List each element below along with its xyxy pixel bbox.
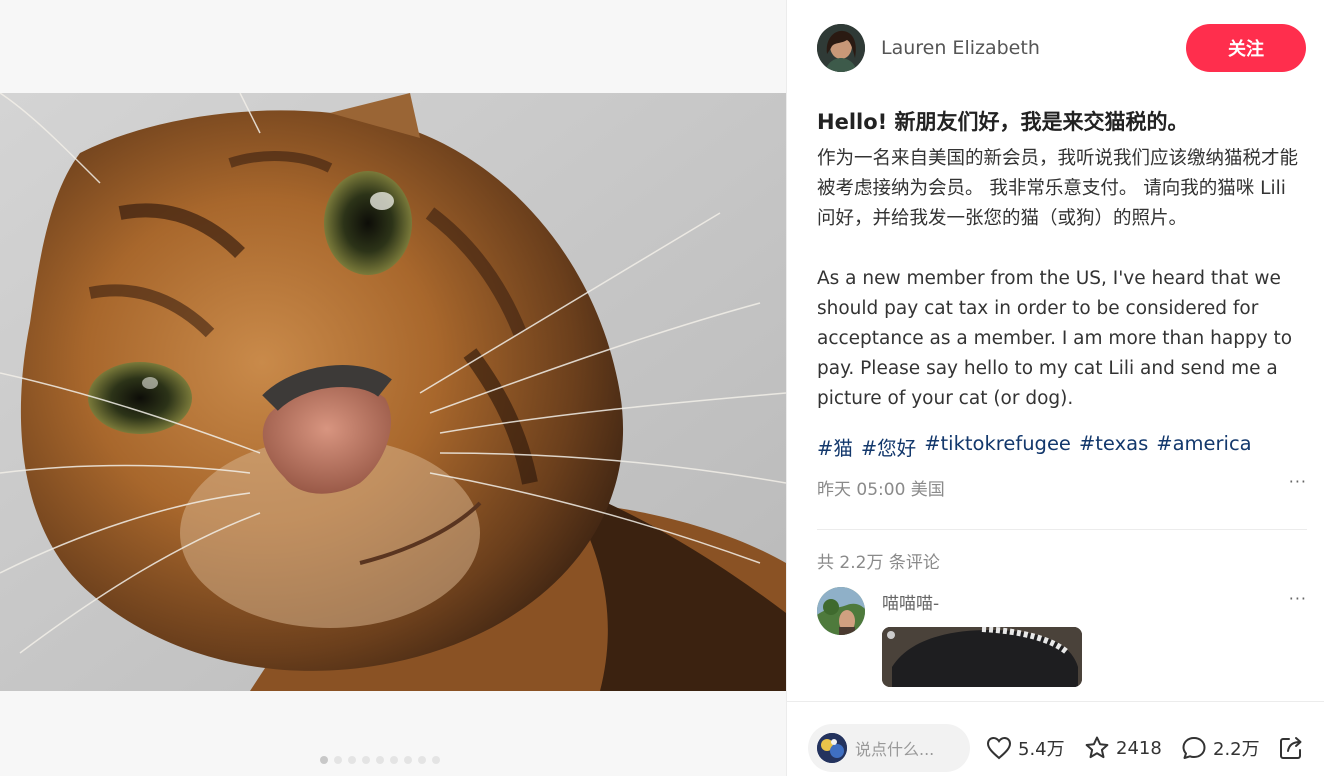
post-panel: Lauren Elizabeth 关注 Hello! 新朋友们好，我是来交猫税的… — [787, 0, 1324, 777]
hashtag[interactable]: #texas — [1079, 432, 1148, 461]
carousel-dot[interactable] — [376, 756, 384, 764]
more-options-icon[interactable]: ··· — [1289, 472, 1307, 491]
comment-total: 2.2万 — [1213, 739, 1260, 760]
author-name[interactable]: Lauren Elizabeth — [881, 37, 1040, 59]
comment-item: 喵喵喵- ··· — [817, 587, 1307, 701]
comment-button[interactable]: 2.2万 — [1181, 734, 1260, 762]
comment-count: 共 2.2万 条评论 — [817, 553, 940, 573]
like-count: 5.4万 — [1018, 739, 1065, 760]
carousel-dot[interactable] — [362, 756, 370, 764]
carousel-dot[interactable] — [320, 756, 328, 764]
comment-input-placeholder: 说点什么... — [855, 740, 935, 759]
hashtag[interactable]: #america — [1156, 432, 1251, 461]
post-date-location: 昨天 05:00 美国 — [817, 480, 945, 500]
author-avatar[interactable] — [817, 24, 865, 72]
carousel-dot[interactable] — [418, 756, 426, 764]
commenter-name[interactable]: 喵喵喵- — [882, 589, 939, 614]
carousel-dot[interactable] — [348, 756, 356, 764]
interaction-bar: 说点什么... 5.4万 2418 2.2万 — [787, 701, 1324, 777]
carousel-dot[interactable] — [404, 756, 412, 764]
star-icon — [1085, 736, 1109, 759]
post-description-en: As a new member from the US, I've heard … — [817, 268, 1293, 409]
post-meta: 昨天 05:00 美国 ··· — [817, 472, 1307, 500]
hashtag[interactable]: #tiktokrefugee — [924, 432, 1071, 461]
hashtag[interactable]: #您好 — [861, 432, 916, 461]
post-description-zh: 作为一名来自美国的新会员，我听说我们应该缴纳猫税才能被考虑接纳为会员。 我非常乐… — [817, 148, 1299, 229]
media-viewer[interactable] — [0, 0, 786, 776]
author-header: Lauren Elizabeth — [817, 24, 1040, 72]
post-description: 作为一名来自美国的新会员，我听说我们应该缴纳猫税才能被考虑接纳为会员。 我非常乐… — [817, 144, 1307, 414]
heart-icon — [986, 736, 1012, 760]
section-divider — [817, 529, 1307, 530]
carousel-indicator — [320, 756, 440, 766]
carousel-dot[interactable] — [334, 756, 342, 764]
commenter-avatar[interactable] — [817, 587, 865, 635]
hashtag-list: #猫 #您好 #tiktokrefugee #texas #america — [817, 432, 1307, 461]
carousel-dot[interactable] — [390, 756, 398, 764]
current-user-avatar — [817, 733, 847, 763]
comment-image[interactable] — [882, 627, 1082, 687]
share-icon — [1280, 737, 1302, 759]
like-button[interactable]: 5.4万 — [986, 734, 1065, 762]
collect-count: 2418 — [1116, 737, 1162, 759]
share-button[interactable] — [1278, 734, 1304, 762]
collect-button[interactable]: 2418 — [1084, 734, 1162, 762]
carousel-dot[interactable] — [432, 756, 440, 764]
cat-photo — [0, 93, 786, 691]
comment-bubble-icon — [1182, 737, 1206, 759]
post-title: Hello! 新朋友们好，我是来交猫税的。 — [817, 110, 1189, 134]
comment-input[interactable]: 说点什么... — [808, 724, 970, 772]
hashtag[interactable]: #猫 — [817, 432, 853, 461]
post-image[interactable] — [0, 93, 786, 691]
post-content[interactable]: Hello! 新朋友们好，我是来交猫税的。 作为一名来自美国的新会员，我听说我们… — [817, 96, 1307, 701]
app-root: Lauren Elizabeth 关注 Hello! 新朋友们好，我是来交猫税的… — [0, 0, 1324, 777]
comment-more-icon[interactable]: ··· — [1289, 589, 1307, 608]
follow-button[interactable]: 关注 — [1186, 24, 1306, 72]
